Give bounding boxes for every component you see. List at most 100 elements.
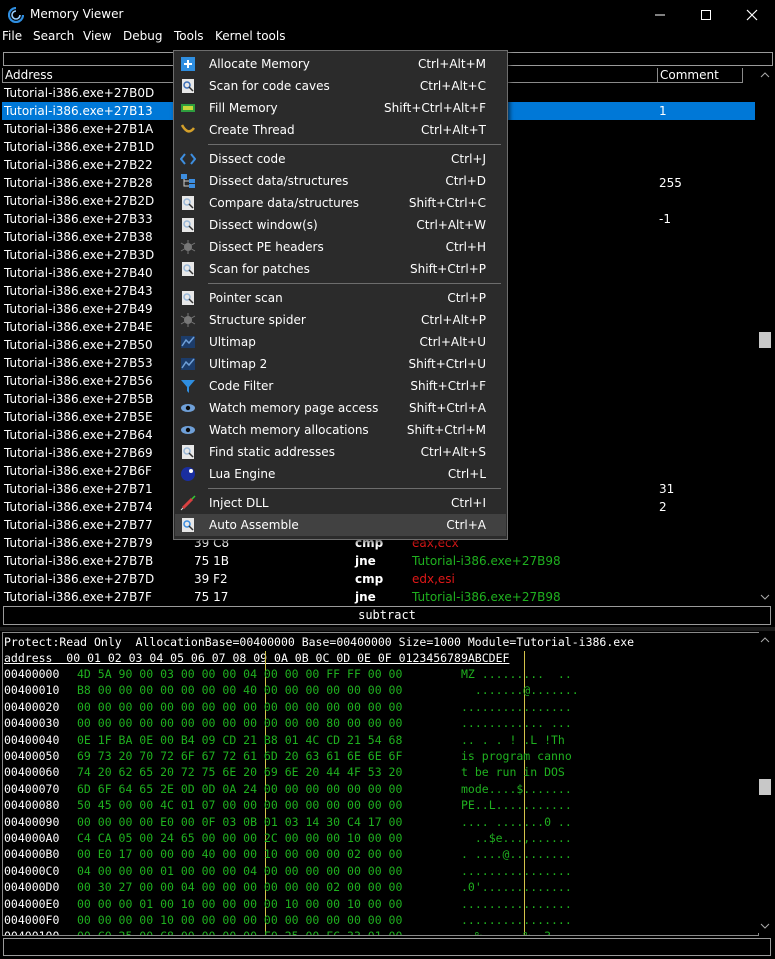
- row-address: Tutorial-i386.exe+27B13: [4, 104, 153, 118]
- menu-item-label: Allocate Memory: [209, 57, 310, 71]
- hex-row-bytes: 00 00 00 00 00 00 00 00 00 00 00 00 00 0…: [77, 699, 403, 714]
- hex-row-address: 00400100: [4, 928, 59, 935]
- static-icon: [182, 445, 194, 459]
- hex-row-address: 00400010: [4, 683, 60, 698]
- hex-row-address: 00400080: [4, 798, 60, 813]
- menu-item-shortcut: Ctrl+Alt+M: [417, 57, 486, 71]
- menu-item-ultimap[interactable]: Ultimap Ctrl+Alt+U: [175, 331, 506, 353]
- ultimap2-icon: [181, 358, 195, 370]
- menu-item-shortcut: Ctrl+I: [451, 496, 486, 510]
- disasm-row[interactable]: Tutorial-i386.exe+27B7B 75 1B jne Tutorial-…: [2, 552, 755, 570]
- menu-item-dissect-data-structures[interactable]: Dissect data/structures Ctrl+D: [175, 170, 506, 192]
- hex-row-bytes: 6D 6F 64 65 2E 0D 0D 0A 24 00 00 00 00 0…: [77, 781, 403, 796]
- menu-item-dissect-pe-headers[interactable]: Dissect PE headers Ctrl+H: [175, 236, 506, 258]
- filter-icon: [181, 380, 195, 393]
- close-button[interactable]: [729, 0, 775, 30]
- menu-item-fill-memory[interactable]: Fill Memory Shift+Ctrl+Alt+F: [175, 97, 506, 119]
- menu-debug[interactable]: Debug: [123, 29, 162, 43]
- row-address: Tutorial-i386.exe+27B28: [4, 176, 153, 190]
- minimize-button[interactable]: [637, 0, 683, 30]
- row-operands: edx,esi: [412, 572, 455, 586]
- menu-separator: [208, 144, 501, 145]
- menu-item-scan-for-code-caves[interactable]: Scan for code caves Ctrl+Alt+C: [175, 75, 506, 97]
- menu-item-code-filter[interactable]: Code Filter Shift+Ctrl+F: [175, 375, 506, 397]
- menu-item-shortcut: Ctrl+Alt+W: [416, 218, 486, 232]
- menu-item-inject-dll[interactable]: Inject DLL Ctrl+I: [175, 492, 506, 514]
- row-opcode: cmp: [355, 572, 384, 586]
- menu-tools[interactable]: Tools: [174, 29, 204, 43]
- menu-item-allocate-memory[interactable]: Allocate Memory Ctrl+Alt+M: [175, 53, 506, 75]
- hex-row-bytes: 4D 5A 90 00 03 00 00 00 04 00 00 00 FF F…: [77, 667, 403, 681]
- hex-row-bytes: 00 00 00 00 10 00 00 00 00 00 00 00 00 0…: [77, 913, 403, 927]
- hex-scrollbar[interactable]: [758, 633, 772, 933]
- disasm-row[interactable]: Tutorial-i386.exe+27B7D 39 F2 cmp edx,esi: [2, 570, 755, 588]
- hex-row-bytes: 74 20 62 65 20 72 75 6E 20 69 6E 20 44 4…: [77, 765, 403, 780]
- menu-item-label: Auto Assemble: [209, 518, 299, 532]
- menu-item-label: Scan for patches: [209, 262, 310, 276]
- row-address: Tutorial-i386.exe+27B4E: [4, 320, 153, 334]
- menu-kernel-tools[interactable]: Kernel tools: [215, 29, 286, 43]
- menu-item-create-thread[interactable]: Create Thread Ctrl+Alt+T: [175, 119, 506, 141]
- maximize-button[interactable]: [683, 0, 729, 30]
- menu-item-watch-memory-allocations[interactable]: Watch memory allocations Shift+Ctrl+M: [175, 419, 506, 441]
- menu-item-label: Dissect PE headers: [209, 240, 324, 254]
- menu-item-label: Structure spider: [209, 313, 306, 327]
- menu-item-label: Ultimap 2: [209, 357, 268, 371]
- memory-region-info: Protect:Read Only AllocationBase=0040000…: [4, 635, 635, 649]
- hex-row-address: 004000D0: [4, 880, 60, 895]
- menu-item-shortcut: Shift+Ctrl+M: [406, 423, 486, 437]
- menu-item-label: Ultimap: [209, 335, 256, 349]
- menu-item-lua-engine[interactable]: Lua Engine Ctrl+L: [175, 463, 506, 485]
- menu-file[interactable]: File: [2, 29, 22, 43]
- menu-item-scan-for-patches[interactable]: Scan for patches Shift+Ctrl+P: [175, 258, 506, 280]
- hex-scroll-thumb[interactable]: [759, 779, 771, 795]
- row-address: Tutorial-i386.exe+27B0D: [4, 86, 155, 100]
- disassembler-scrollbar[interactable]: [758, 68, 772, 604]
- menu-item-find-static-addresses[interactable]: Find static addresses Ctrl+Alt+S: [175, 441, 506, 463]
- scroll-up-icon: [760, 637, 770, 643]
- comment-column-header[interactable]: Comment: [657, 68, 743, 83]
- thread-icon: [180, 124, 195, 133]
- menu-item-label: Pointer scan: [209, 291, 283, 305]
- menu-item-pointer-scan[interactable]: Pointer scan Ctrl+P: [175, 287, 506, 309]
- hex-row-address: 00400020: [4, 699, 60, 714]
- hex-row-address: 00400060: [4, 765, 60, 780]
- menu-item-label: Dissect data/structures: [209, 174, 349, 188]
- menu-item-dissect-code[interactable]: Dissect code Ctrl+J: [175, 148, 506, 170]
- hex-view[interactable]: Protect:Read Only AllocationBase=0040000…: [2, 632, 759, 936]
- menu-item-shortcut: Shift+Ctrl+C: [408, 196, 486, 210]
- menu-item-auto-assemble[interactable]: Auto Assemble Ctrl+A: [175, 514, 506, 536]
- menu-item-shortcut: Ctrl+H: [445, 240, 486, 254]
- menu-item-label: Inject DLL: [209, 496, 269, 510]
- row-address: Tutorial-i386.exe+27B50: [4, 338, 153, 352]
- row-address: Tutorial-i386.exe+27B5E: [4, 410, 153, 424]
- ultimap-icon: [181, 336, 195, 348]
- eye-icon: [181, 404, 195, 412]
- menu-item-ultimap-2[interactable]: Ultimap 2 Shift+Ctrl+U: [175, 353, 506, 375]
- title-bar: Memory Viewer: [0, 0, 775, 30]
- disasm-row[interactable]: Tutorial-i386.exe+27B7F 75 17 jne Tutorial-…: [2, 588, 755, 606]
- scroll-up-icon: [760, 72, 770, 78]
- row-address: Tutorial-i386.exe+27B6F: [4, 464, 152, 478]
- menu-item-label: Watch memory page access: [209, 401, 379, 415]
- hex-row-bytes: 00 E0 17 00 00 00 40 00 00 10 00 00 00 0…: [77, 847, 403, 862]
- menu-item-dissect-window-s[interactable]: Dissect window(s) Ctrl+Alt+W: [175, 214, 506, 236]
- panel-splitter[interactable]: [0, 627, 775, 631]
- menu-item-label: Lua Engine: [209, 467, 276, 481]
- menu-view[interactable]: View: [83, 29, 111, 43]
- menu-item-compare-data-structures[interactable]: Compare data/structures Shift+Ctrl+C: [175, 192, 506, 214]
- menu-item-label: Find static addresses: [209, 445, 335, 459]
- disassembler-scroll-thumb[interactable]: [759, 332, 771, 348]
- menu-item-label: Fill Memory: [209, 101, 278, 115]
- hex-row-ascii: PE..L...........: [461, 798, 572, 813]
- minimize-icon: [655, 14, 665, 16]
- menu-item-structure-spider[interactable]: Structure spider Ctrl+Alt+P: [175, 309, 506, 331]
- row-address: Tutorial-i386.exe+27B3D: [4, 248, 155, 262]
- row-comment: 255: [659, 176, 682, 190]
- row-bytes: 75 1B: [194, 554, 229, 568]
- menu-item-shortcut: Ctrl+J: [451, 152, 486, 166]
- menu-search[interactable]: Search: [33, 29, 74, 43]
- menu-item-shortcut: Shift+Ctrl+P: [410, 262, 486, 276]
- row-address: Tutorial-i386.exe+27B74: [4, 500, 153, 514]
- menu-item-watch-memory-page-access[interactable]: Watch memory page access Shift+Ctrl+A: [175, 397, 506, 419]
